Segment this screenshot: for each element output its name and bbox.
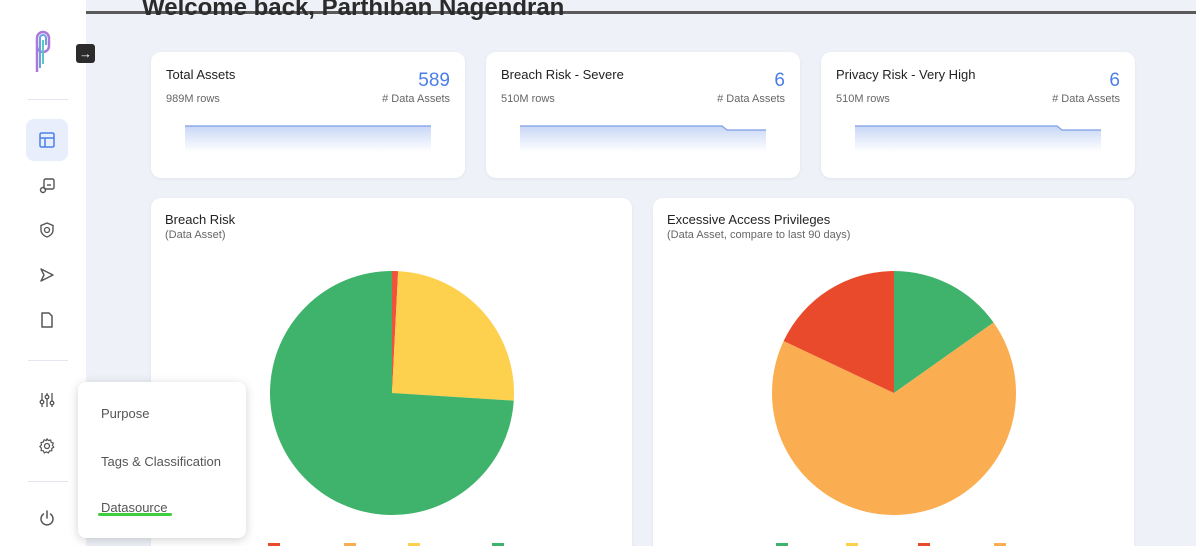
card-rows: 989M rows xyxy=(166,93,220,105)
sidebar-divider xyxy=(28,481,68,482)
sidebar-item-reports[interactable] xyxy=(26,299,68,341)
power-icon xyxy=(40,510,54,526)
sidebar xyxy=(0,0,86,546)
sidebar-item-security[interactable] xyxy=(26,209,68,251)
card-unit: # Data Assets xyxy=(382,93,450,105)
table-icon xyxy=(39,132,55,148)
sparkline xyxy=(855,125,1101,152)
stat-card-privacy-risk[interactable]: Privacy Risk - Very High 6 510M rows # D… xyxy=(821,52,1135,178)
sidebar-item-settings[interactable] xyxy=(26,425,68,467)
sidebar-item-data-map[interactable] xyxy=(26,165,68,207)
gear-icon xyxy=(39,438,55,454)
panel-title: Breach Risk xyxy=(165,212,236,227)
stat-card-breach-risk[interactable]: Breach Risk - Severe 6 510M rows # Data … xyxy=(486,52,800,178)
sidebar-item-logout[interactable] xyxy=(26,497,68,539)
configuration-menu: Purpose Tags & Classification Datasource xyxy=(78,382,246,538)
data-map-icon xyxy=(39,178,55,194)
pie-slice[interactable] xyxy=(392,271,514,401)
card-title: Total Assets xyxy=(166,67,236,82)
access-privileges-panel: Excessive Access Privileges (Data Asset,… xyxy=(653,198,1134,546)
sliders-icon xyxy=(39,393,55,407)
document-icon xyxy=(41,312,53,328)
panel-title: Excessive Access Privileges xyxy=(667,212,831,227)
expand-sidebar-button[interactable]: → xyxy=(76,44,95,63)
sidebar-item-access[interactable] xyxy=(26,254,68,296)
menu-item-tags-classification[interactable]: Tags & Classification xyxy=(101,454,221,469)
card-title: Privacy Risk - Very High xyxy=(836,67,976,82)
send-icon xyxy=(40,268,54,282)
card-rows: 510M rows xyxy=(501,93,555,105)
card-count: 589 xyxy=(418,70,450,91)
panel-subtitle: (Data Asset, compare to last 90 days) xyxy=(667,229,851,241)
active-underline xyxy=(98,513,172,516)
card-title: Breach Risk - Severe xyxy=(501,67,624,82)
card-rows: 510M rows xyxy=(836,93,890,105)
stat-card-total-assets[interactable]: Total Assets 589 989M rows # Data Assets xyxy=(151,52,465,178)
shield-icon xyxy=(40,222,54,238)
card-count: 6 xyxy=(774,70,785,91)
sparkline xyxy=(185,125,431,152)
logo-icon xyxy=(35,30,51,72)
card-count: 6 xyxy=(1109,70,1120,91)
sidebar-item-configuration[interactable] xyxy=(26,379,68,421)
access-privileges-pie-chart xyxy=(772,271,1016,515)
arrow-right-icon: → xyxy=(79,46,92,61)
card-unit: # Data Assets xyxy=(1052,93,1120,105)
sidebar-divider xyxy=(28,99,68,100)
breach-risk-pie-chart xyxy=(269,271,514,515)
sidebar-divider xyxy=(28,360,68,361)
sidebar-item-dashboard[interactable] xyxy=(26,119,68,161)
sparkline xyxy=(520,125,766,152)
panel-subtitle: (Data Asset) xyxy=(165,229,226,241)
card-unit: # Data Assets xyxy=(717,93,785,105)
menu-item-purpose[interactable]: Purpose xyxy=(101,406,149,421)
page-title: Welcome back, Parthiban Nagendran xyxy=(142,0,565,21)
